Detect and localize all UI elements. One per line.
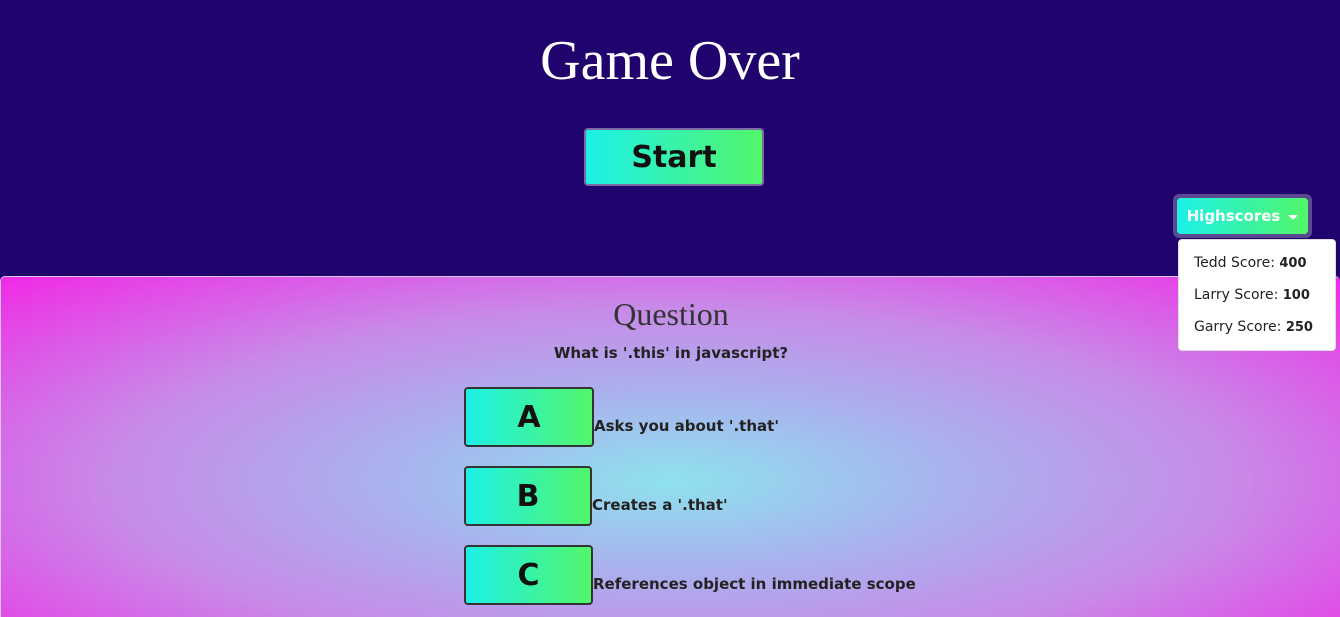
highscore-value: 400: [1279, 256, 1307, 271]
answer-row-a: A Asks you about '.that': [464, 387, 779, 447]
caret-down-icon: [1288, 214, 1299, 220]
page-title: Game Over: [540, 30, 800, 92]
highscore-item-larry[interactable]: Larry Score: 100: [1179, 282, 1335, 314]
answer-text-c: References object in immediate scope: [593, 575, 916, 593]
start-button[interactable]: Start: [584, 128, 764, 186]
question-heading: Question: [613, 296, 729, 332]
highscore-label: Tedd Score:: [1194, 255, 1280, 271]
question-panel: Question What is '.this' in javascript? …: [0, 276, 1340, 617]
highscore-item-tedd[interactable]: Tedd Score: 400: [1179, 250, 1335, 282]
highscore-label: Garry Score:: [1194, 319, 1286, 335]
highscores-dropdown-menu: Tedd Score: 400 Larry Score: 100 Garry S…: [1178, 239, 1336, 351]
question-text: What is '.this' in javascript?: [553, 344, 789, 362]
highscore-value: 100: [1282, 288, 1310, 303]
highscores-button[interactable]: Highscores: [1177, 198, 1308, 234]
answer-row-c: C References object in immediate scope: [464, 545, 916, 605]
answer-row-b: B Creates a '.that': [464, 466, 728, 526]
answer-button-a[interactable]: A: [464, 387, 594, 447]
answer-button-c[interactable]: C: [464, 545, 593, 605]
highscores-button-focus-ring: Highscores: [1173, 194, 1312, 238]
answer-text-a: Asks you about '.that': [594, 417, 779, 435]
highscores-label: Highscores: [1186, 207, 1281, 225]
header: Game Over Start Highscores: [0, 0, 1340, 276]
answer-button-b[interactable]: B: [464, 466, 592, 526]
answer-text-b: Creates a '.that': [592, 496, 728, 514]
highscore-label: Larry Score:: [1194, 287, 1283, 303]
highscore-item-garry[interactable]: Garry Score: 250: [1179, 314, 1335, 346]
highscore-value: 250: [1285, 320, 1313, 335]
